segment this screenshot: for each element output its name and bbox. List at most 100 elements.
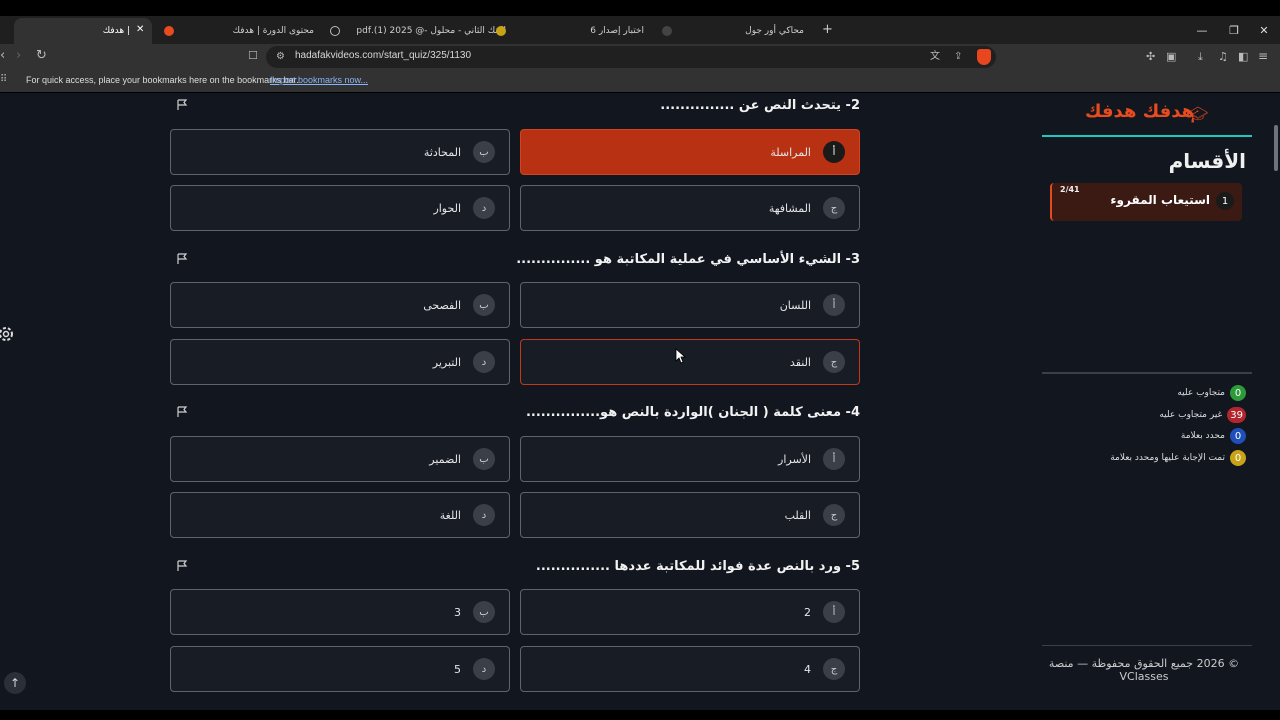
tab-title: | هدفك: [102, 26, 130, 36]
settings-gear-icon[interactable]: [0, 322, 18, 346]
bookmarks-hint: For quick access, place your bookmarks h…: [26, 75, 299, 85]
forward-icon[interactable]: ›: [16, 48, 21, 64]
close-window-icon[interactable]: ✕: [1248, 16, 1280, 44]
screen-bottom-edge: [0, 710, 1280, 720]
menu-icon[interactable]: ≡: [1258, 48, 1268, 64]
option-text: 3: [454, 605, 461, 619]
option-letter: ب: [473, 448, 495, 470]
tab-course-content[interactable]: محتوى الدورة | هدفك: [160, 18, 320, 44]
flag-icon[interactable]: [176, 99, 188, 111]
answer-option[interactable]: أ اللسان: [520, 282, 860, 328]
brand-favicon-icon: [164, 26, 174, 36]
option-letter: ج: [823, 197, 845, 219]
option-letter: ب: [473, 601, 495, 623]
copyright-footer: © 2026 جميع الحقوق محفوظة — منصة VClasse…: [1048, 657, 1240, 683]
reload-icon[interactable]: ↻: [36, 48, 47, 64]
media-icon[interactable]: ♫: [1218, 49, 1228, 65]
screen-top-edge: [0, 0, 1280, 16]
option-text: الحوار: [433, 201, 461, 215]
stat-label: غير متجاوب عليه: [1159, 410, 1223, 420]
footer-divider: [1042, 645, 1252, 646]
app-favicon-icon: [662, 26, 672, 36]
option-text: المشافهة: [768, 201, 811, 215]
section-name: استيعاب المقروء: [1110, 193, 1210, 207]
option-text: الضمير: [429, 452, 461, 466]
option-text: 4: [804, 662, 811, 676]
option-text: اللسان: [779, 298, 811, 312]
restore-icon[interactable]: ❐: [1218, 16, 1250, 44]
stat-flagged: 0 محدد بعلامة: [1181, 428, 1246, 444]
answer-option[interactable]: ج القلب: [520, 492, 860, 538]
question-title: 4- معنى كلمة ( الجنان )الواردة بالنص هو.…: [525, 405, 860, 420]
minimize-icon[interactable]: —: [1186, 16, 1218, 44]
tab-hadafak[interactable]: ✕ | هدفك: [14, 18, 152, 44]
question-title: 3- الشيء الأساسي في عملية المكاتبة هو ..…: [516, 252, 860, 267]
section-number: 1: [1216, 192, 1234, 210]
site-info-icon[interactable]: ⚙: [276, 49, 285, 65]
answer-option[interactable]: ب الفصحى: [170, 282, 510, 328]
answer-option[interactable]: ب3: [170, 589, 510, 635]
option-letter: د: [473, 658, 495, 680]
stat-answered: 0 متجاوب عليه: [1177, 385, 1246, 401]
page-scrollbar[interactable]: [1272, 93, 1280, 710]
option-text: المراسلة: [770, 145, 811, 159]
tab-title: اختبار إصدار 6: [590, 26, 644, 36]
tab-close-icon[interactable]: ✕: [136, 24, 144, 35]
scrollbar-thumb[interactable]: [1274, 125, 1278, 171]
sidebar-divider: [1042, 372, 1252, 374]
answer-option[interactable]: ب الضمير: [170, 436, 510, 482]
brand-logo[interactable]: هدفك هدفك: [1085, 101, 1194, 122]
answer-option[interactable]: أ2: [520, 589, 860, 635]
share-icon[interactable]: ⇪: [954, 49, 962, 65]
mouse-cursor-icon: [675, 348, 687, 364]
bookmarks-bar: ⠿ For quick access, place your bookmarks…: [0, 70, 1280, 92]
answer-option[interactable]: ب المحادثة: [170, 129, 510, 175]
brave-shield-icon[interactable]: [977, 49, 991, 65]
option-text: التبرير: [432, 355, 461, 369]
answer-option[interactable]: د التبرير: [170, 339, 510, 385]
option-letter: أ: [823, 141, 845, 163]
bookmark-icon[interactable]: ☐: [248, 48, 258, 64]
flag-icon[interactable]: [176, 406, 188, 418]
sidebar-icon[interactable]: ◧: [1238, 49, 1248, 65]
tab-exam[interactable]: اختبار إصدار 6: [492, 18, 654, 44]
answer-option[interactable]: د5: [170, 646, 510, 692]
tab-pdf[interactable]: البنك الثاني - محلول -@ 2025 (1).pdf: [326, 18, 510, 44]
option-letter: أ: [823, 448, 845, 470]
option-text: المحادثة: [423, 145, 461, 159]
answer-option[interactable]: أ المراسلة: [520, 129, 860, 175]
extensions-icon[interactable]: ✣: [1146, 49, 1155, 65]
translate-icon[interactable]: 文: [930, 49, 940, 65]
wallet-icon[interactable]: ▣: [1166, 49, 1176, 65]
new-tab-icon[interactable]: +: [822, 22, 833, 37]
section-progress: 2/41: [1060, 185, 1080, 194]
download-icon[interactable]: ⤓: [1198, 49, 1203, 65]
answer-option[interactable]: ج النقد: [520, 339, 860, 385]
answer-option[interactable]: د اللغة: [170, 492, 510, 538]
scroll-to-top-button[interactable]: ↑: [4, 672, 26, 694]
tab-simulator[interactable]: محاكي أور جول: [658, 18, 808, 44]
answer-option[interactable]: أ الأسرار: [520, 436, 860, 482]
stat-badge: 0: [1230, 385, 1246, 401]
quiz-page: 2- يتحدث النص عن ............... أ المراس…: [0, 93, 1280, 710]
option-letter: ج: [823, 658, 845, 680]
stat-unanswered: 39 غير متجاوب عليه: [1159, 407, 1246, 423]
tab-title: البنك الثاني - محلول -@ 2025 (1).pdf: [356, 26, 506, 36]
back-icon[interactable]: ‹: [0, 48, 5, 64]
app-favicon-icon: [496, 26, 506, 36]
apps-icon[interactable]: ⠿: [0, 74, 7, 85]
answer-option[interactable]: ج4: [520, 646, 860, 692]
question-title: 5- ورد بالنص عدة فوائد للمكاتبة عددها ..…: [535, 559, 860, 574]
answer-option[interactable]: د الحوار: [170, 185, 510, 231]
option-text: 2: [804, 605, 811, 619]
flag-icon[interactable]: [176, 560, 188, 572]
flag-icon[interactable]: [176, 253, 188, 265]
import-bookmarks-link[interactable]: Import bookmarks now...: [270, 75, 368, 85]
option-text: القلب: [784, 508, 811, 522]
option-letter: ج: [823, 351, 845, 373]
stat-label: محدد بعلامة: [1180, 431, 1225, 441]
section-item[interactable]: 2/41 1 استيعاب المقروء: [1050, 183, 1242, 221]
stat-answered-flagged: 0 تمت الإجابة عليها ومحدد بعلامة: [1110, 450, 1246, 466]
answer-option[interactable]: ج المشافهة: [520, 185, 860, 231]
question-title: 2- يتحدث النص عن ...............: [660, 98, 860, 113]
